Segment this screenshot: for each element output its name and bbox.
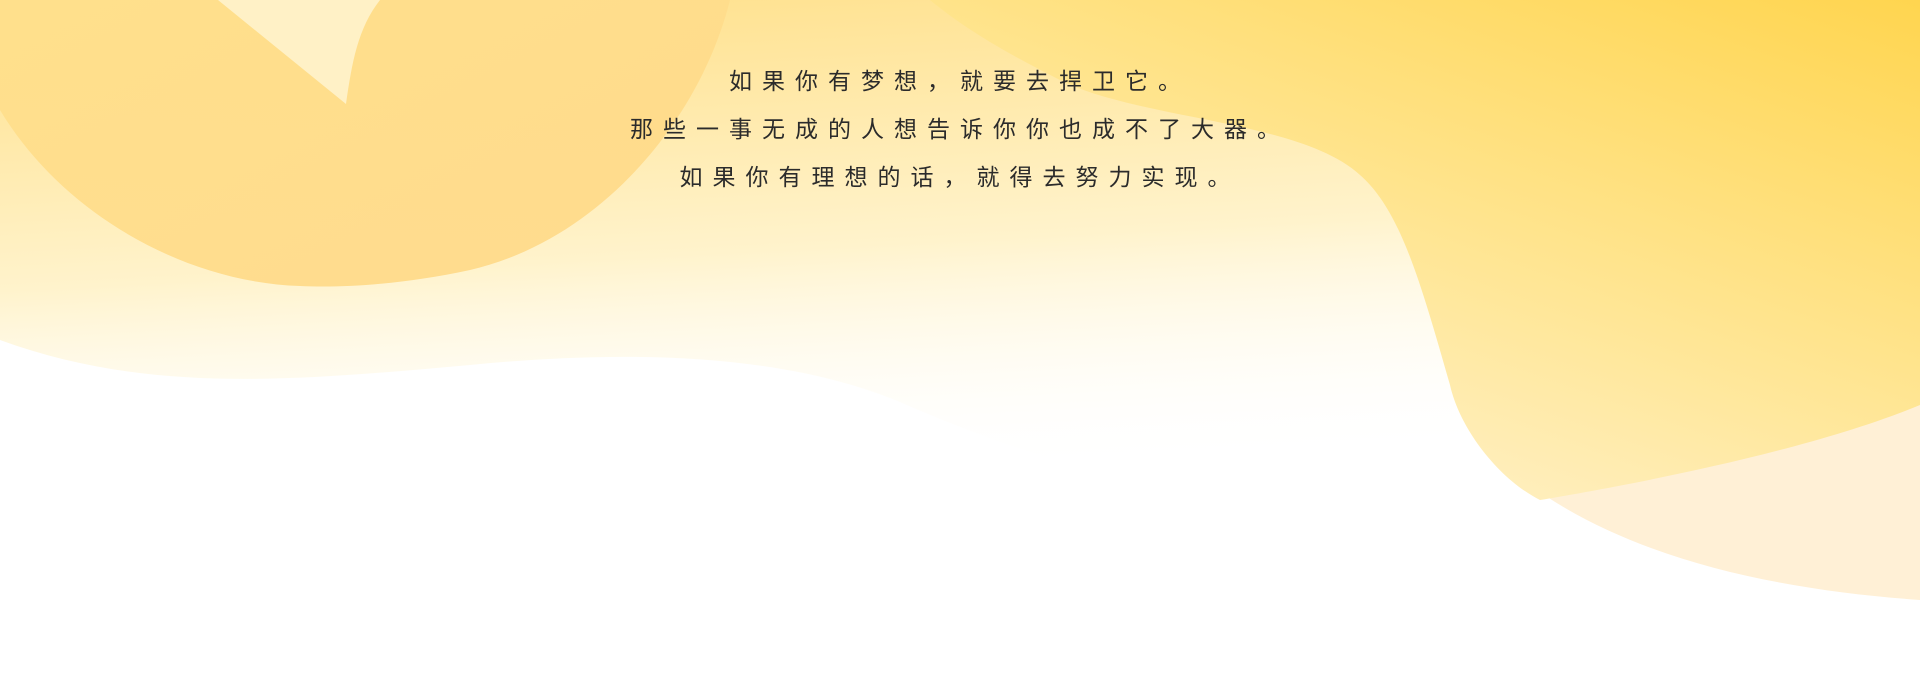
quote-block: 如果你有梦想，就要去捍卫它。 那些一事无成的人想告诉你你也成不了大器。 如果你有…: [0, 58, 1920, 202]
quote-line-1: 如果你有梦想，就要去捍卫它。: [729, 69, 1191, 95]
quote-line-3: 如果你有理想的话，就得去努力实现。: [679, 165, 1241, 191]
quote-line-2: 那些一事无成的人想告诉你你也成不了大器。: [630, 117, 1290, 143]
slide-canvas: 如果你有梦想，就要去捍卫它。 那些一事无成的人想告诉你你也成不了大器。 如果你有…: [0, 0, 1920, 696]
